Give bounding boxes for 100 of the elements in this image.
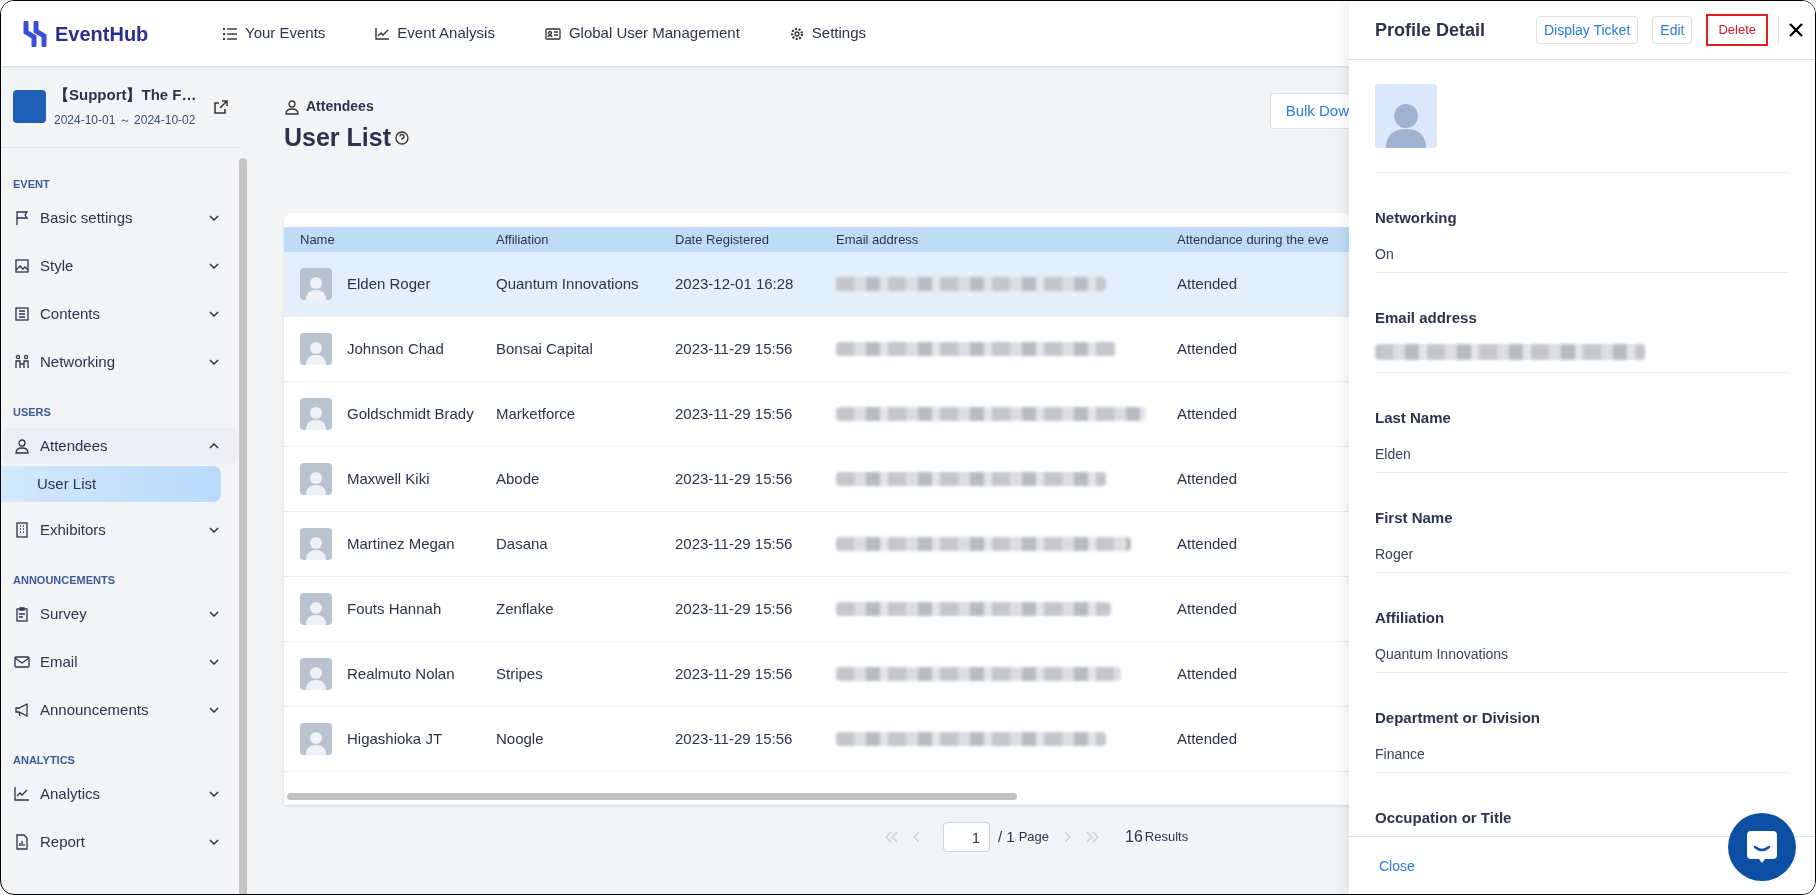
delete-button[interactable]: Delete (1706, 14, 1768, 46)
table-cell: 2023-11-29 15:56 (675, 339, 793, 357)
field-label: Email address (1375, 308, 1478, 328)
sidebar-item[interactable]: Report (3, 824, 237, 860)
table-row[interactable]: Elden Roger Quantum Innovations 2023-12-01 16:28 Attended (284, 252, 1351, 317)
table-cell: 2023-11-29 15:56 (675, 729, 793, 747)
list-icon (223, 27, 237, 40)
results-label: Results (1144, 828, 1189, 847)
chevron-down-icon (209, 359, 219, 365)
table-row[interactable]: Realmuto Nolan Stripes 2023-11-29 15:56 Attended (284, 642, 1351, 707)
table-cell: 2023-11-29 15:56 (675, 469, 793, 487)
close-icon[interactable] (1789, 23, 1803, 37)
table-cell: Attended (1177, 404, 1238, 422)
sidebar-item[interactable]: Survey (3, 596, 237, 632)
sidebar-section-heading: ANALYTICS (12, 752, 76, 768)
previous-page-icon[interactable] (911, 830, 923, 844)
table-cell-text: Martinez Megan (347, 533, 455, 554)
table-row[interactable]: Fouts Hannah Zenflake 2023-11-29 15:56 Attended (284, 577, 1351, 642)
field-label: Occupation or Title (1375, 808, 1513, 828)
app-logo-text: EventHub (55, 21, 149, 47)
sidebar-item[interactable]: Announcements (3, 692, 237, 728)
event-title: 【Support】The F… (54, 85, 198, 106)
image-icon (14, 258, 30, 274)
sidebar-scrollbar[interactable] (239, 158, 247, 894)
avatar-placeholder (300, 398, 332, 430)
top-nav-link[interactable]: Settings (789, 22, 867, 45)
chevron-down-icon (209, 611, 219, 617)
sidebar-item[interactable]: Networking (3, 344, 237, 380)
sidebar-section-heading: EVENT (12, 176, 51, 192)
table-row[interactable]: Higashioka JT Noogle 2023-11-29 15:56 Attended (284, 707, 1351, 772)
envelope-icon (14, 654, 30, 670)
sidebar-item[interactable]: Style (3, 248, 237, 284)
bulk-download-button[interactable]: Bulk Dow (1269, 93, 1351, 129)
avatar-placeholder (300, 463, 332, 495)
table-cell: Dasana (496, 534, 548, 552)
chevron-down-icon (209, 659, 219, 665)
chevron-down-icon (209, 311, 219, 317)
results-count: 16 (1125, 827, 1143, 847)
chevron-down-icon (209, 263, 219, 269)
table-cell: Attended (1177, 274, 1238, 292)
sidebar-section-heading: ANNOUNCEMENTS (12, 572, 117, 588)
chevron-down-icon (209, 707, 219, 713)
people-icon (14, 354, 30, 370)
top-nav-link[interactable]: Event Analysis (375, 22, 495, 45)
sidebar-item[interactable]: Basic settings (3, 200, 237, 236)
table-row[interactable]: Goldschmidt Brady Marketforce 2023-11-29 15:56 Attended (284, 382, 1351, 447)
avatar-placeholder (300, 658, 332, 690)
settings-icon (789, 26, 804, 41)
top-nav-link[interactable]: Global User Management (544, 22, 740, 45)
next-page-icon[interactable] (1061, 830, 1074, 844)
field-value: Quantum Innovations (1375, 644, 1510, 664)
page-number-field[interactable]: 1 (943, 822, 990, 852)
table-row[interactable]: Martinez Megan Dasana 2023-11-29 15:56 Attended (284, 512, 1351, 577)
sidebar-subitem[interactable]: User List (1, 466, 221, 502)
chat-icon (1745, 829, 1779, 865)
sidebar-item[interactable]: Email (3, 644, 237, 680)
avatar-placeholder (300, 593, 332, 625)
table-cell: Quantum Innovations (496, 274, 639, 292)
field-label: Networking (1375, 208, 1458, 228)
report-icon (14, 834, 30, 850)
horizontal-scrollbar[interactable] (287, 793, 1017, 800)
top-nav-link[interactable]: Your Events (223, 22, 326, 45)
line-chart-icon (375, 27, 390, 40)
table-cell-text: Realmuto Nolan (347, 663, 455, 684)
table-cell: Attended (1177, 599, 1238, 617)
table-cell: 2023-11-29 15:56 (675, 534, 793, 552)
external-link-icon[interactable] (213, 98, 229, 115)
table-cell: Bonsai Capital (496, 339, 593, 357)
table-cell: Stripes (496, 664, 543, 682)
field-value: Finance (1375, 744, 1426, 764)
panel-action-button[interactable]: Display Ticket (1535, 16, 1639, 44)
page-label: Page (1018, 828, 1050, 847)
sidebar-item[interactable]: Contents (3, 296, 237, 332)
chevron-down-icon (209, 791, 219, 797)
table-cell: Attended (1177, 534, 1238, 552)
table-cell-text: Johnson Chad (347, 338, 444, 359)
first-page-icon[interactable] (883, 830, 899, 844)
table-cell: 2023-11-29 15:56 (675, 664, 793, 682)
chevron-down-icon (209, 215, 219, 221)
panel-action-button[interactable]: Edit (1652, 16, 1693, 44)
sidebar-item[interactable]: Analytics (3, 776, 237, 812)
sidebar-item[interactable]: Attendees (3, 428, 237, 464)
column-header: Name (300, 231, 335, 247)
profile-avatar (1375, 84, 1437, 148)
table-row[interactable]: Maxwell Kiki Abode 2023-11-29 15:56 Attended (284, 447, 1351, 512)
field-value: On (1375, 244, 1395, 264)
table-cell-text: Goldschmidt Brady (347, 403, 474, 424)
page-title: User List (284, 122, 391, 153)
close-button[interactable]: Close (1379, 856, 1415, 877)
sidebar-item[interactable]: Exhibitors (3, 512, 237, 548)
table-row[interactable]: Johnson Chad Bonsai Capital 2023-11-29 15:56 Attended (284, 317, 1351, 382)
chevron-down-icon (209, 839, 219, 845)
last-page-icon[interactable] (1085, 830, 1102, 844)
table-cell: Attended (1177, 469, 1238, 487)
table-cell-text: Higashioka JT (347, 728, 443, 749)
table-cell: 2023-11-29 15:56 (675, 404, 793, 422)
field-label: Last Name (1375, 408, 1452, 428)
help-icon[interactable] (395, 130, 409, 145)
field-label: First Name (1375, 508, 1454, 528)
panel-title: Profile Detail (1375, 18, 1487, 42)
